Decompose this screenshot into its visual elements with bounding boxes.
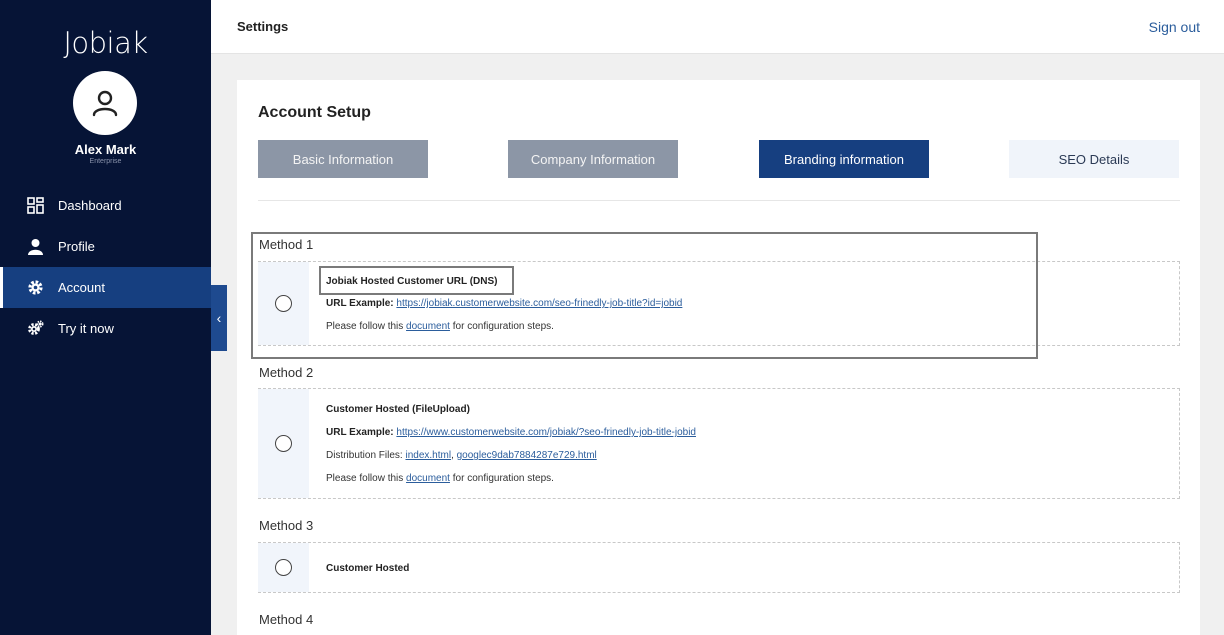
chevron-left-icon: ‹ bbox=[216, 310, 222, 326]
gears-icon bbox=[26, 320, 44, 338]
dashboard-grid-icon bbox=[26, 197, 44, 215]
divider bbox=[258, 200, 1180, 201]
radio-column bbox=[258, 262, 309, 345]
follow-text-end: for configuration steps. bbox=[452, 473, 554, 484]
follow-text: Please follow this bbox=[326, 473, 404, 484]
user-icon bbox=[92, 90, 118, 117]
method-2-url-link[interactable]: https://www.customerwebsite.com/jobiak/?… bbox=[396, 427, 696, 438]
tab-branding-information[interactable]: Branding information bbox=[759, 140, 929, 178]
method-1-option[interactable]: Jobiak Hosted Customer URL (DNS) URL Exa… bbox=[258, 261, 1180, 346]
sidebar-item-label: Try it now bbox=[58, 321, 114, 336]
method-2-document-link[interactable]: document bbox=[406, 473, 450, 484]
sidebar-item-label: Profile bbox=[58, 239, 95, 254]
method-1-url-line: URL Example: https://jobiak.customerwebs… bbox=[326, 298, 682, 309]
method-2-url-line: URL Example: https://www.customerwebsite… bbox=[326, 427, 696, 438]
radio-column bbox=[258, 389, 309, 498]
sign-out-link[interactable]: Sign out bbox=[1149, 19, 1200, 35]
sidebar-item-profile[interactable]: Profile bbox=[0, 226, 211, 267]
method-1-title: Jobiak Hosted Customer URL (DNS) bbox=[326, 276, 498, 287]
url-label: URL Example: bbox=[326, 427, 394, 438]
sidebar-nav: Dashboard Profile Account Try it now bbox=[0, 185, 211, 349]
method-2-radio[interactable] bbox=[275, 435, 292, 452]
method-2-details: Customer Hosted (FileUpload) URL Example… bbox=[326, 389, 1179, 498]
method-1-label: Method 1 bbox=[259, 237, 314, 252]
jobiak-logo: Jobiak bbox=[63, 26, 148, 60]
radio-column bbox=[258, 543, 309, 592]
sidebar-item-try-it-now[interactable]: Try it now bbox=[0, 308, 211, 349]
method-1-details: Jobiak Hosted Customer URL (DNS) URL Exa… bbox=[326, 262, 1179, 345]
method-2-distribution-line: Distribution Files: index.html, googlec9… bbox=[326, 450, 597, 461]
method-1-document-link[interactable]: document bbox=[406, 321, 450, 332]
method-1-follow-line: Please follow this document for configur… bbox=[326, 321, 554, 332]
sidebar: Jobiak Alex Mark Enterprise Dashboard Pr… bbox=[0, 0, 211, 635]
method-2-follow-line: Please follow this document for configur… bbox=[326, 473, 554, 484]
tab-seo-details[interactable]: SEO Details bbox=[1009, 140, 1179, 178]
index-html-link[interactable]: index.html bbox=[405, 450, 451, 461]
method-3-details: Customer Hosted bbox=[326, 543, 1179, 592]
sidebar-item-label: Dashboard bbox=[58, 198, 122, 213]
url-label: URL Example: bbox=[326, 298, 394, 309]
sidebar-item-dashboard[interactable]: Dashboard bbox=[0, 185, 211, 226]
method-4-label: Method 4 bbox=[259, 612, 314, 627]
method-1-radio[interactable] bbox=[275, 295, 292, 312]
user-tier: Enterprise bbox=[89, 158, 122, 165]
google-verification-file-link[interactable]: googlec9dab7884287e729.html bbox=[457, 450, 597, 461]
top-bar: Settings Sign out bbox=[211, 0, 1224, 54]
method-2-label: Method 2 bbox=[259, 365, 314, 380]
user-name: Alex Mark bbox=[74, 142, 137, 157]
card-title: Account Setup bbox=[258, 104, 371, 121]
gear-icon bbox=[26, 279, 44, 297]
method-3-label: Method 3 bbox=[259, 518, 314, 533]
page-title: Settings bbox=[237, 19, 289, 34]
sidebar-item-label: Account bbox=[58, 280, 105, 295]
distribution-label: Distribution Files: bbox=[326, 450, 403, 461]
method-3-option[interactable]: Customer Hosted bbox=[258, 542, 1180, 593]
method-2-title: Customer Hosted (FileUpload) bbox=[326, 404, 470, 415]
account-setup-card: Account Setup Basic Information Company … bbox=[237, 80, 1200, 635]
method-1-url-link[interactable]: https://jobiak.customerwebsite.com/seo-f… bbox=[396, 298, 682, 309]
file-separator: , bbox=[451, 450, 454, 461]
follow-text: Please follow this bbox=[326, 321, 404, 332]
method-2-option[interactable]: Customer Hosted (FileUpload) URL Example… bbox=[258, 388, 1180, 499]
avatar[interactable] bbox=[73, 71, 137, 135]
follow-text-end: for configuration steps. bbox=[452, 321, 554, 332]
method-3-title: Customer Hosted bbox=[326, 563, 410, 574]
tab-company-information[interactable]: Company Information bbox=[508, 140, 678, 178]
method-3-radio[interactable] bbox=[275, 559, 292, 576]
sidebar-item-account[interactable]: Account bbox=[0, 267, 211, 308]
person-icon bbox=[26, 238, 44, 256]
sidebar-collapse-button[interactable]: ‹ bbox=[211, 285, 227, 351]
tab-basic-information[interactable]: Basic Information bbox=[258, 140, 428, 178]
